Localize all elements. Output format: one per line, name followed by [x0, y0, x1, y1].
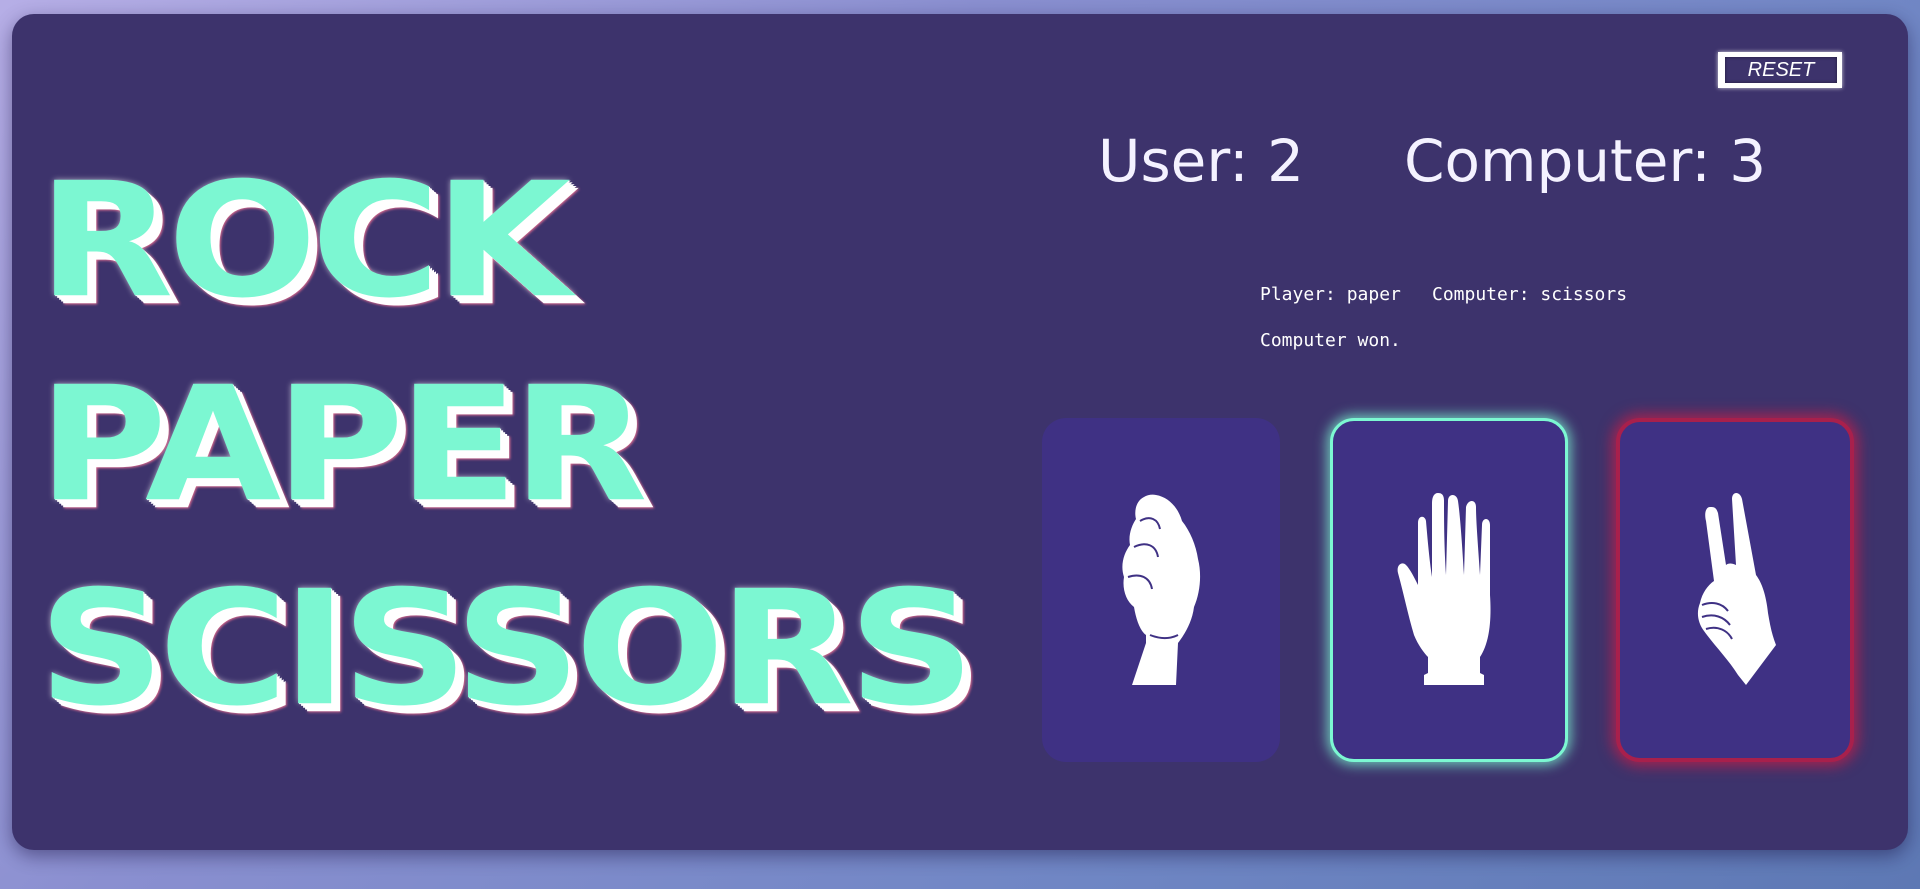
paper-card[interactable] — [1330, 418, 1568, 762]
reset-button[interactable]: RESET — [1718, 52, 1842, 88]
computer-score: Computer: 3 — [1404, 127, 1767, 195]
player-choice-text: Player: paper — [1260, 284, 1401, 305]
scissors-card[interactable] — [1616, 418, 1854, 762]
title-paper: PAPER — [38, 352, 648, 537]
paper-hand-icon — [1397, 493, 1491, 685]
round-result-text: Computer won. — [1260, 330, 1401, 351]
user-score: User: 2 — [1098, 127, 1305, 195]
title-scissors: SCISSORS — [38, 556, 975, 741]
scissors-hand-icon — [1697, 493, 1776, 685]
rock-card[interactable] — [1042, 418, 1280, 762]
game-panel: ROCK PAPER SCISSORS RESET User: 2 Comput… — [12, 14, 1908, 850]
title-rock: ROCK — [38, 148, 571, 333]
rock-hand-icon — [1122, 494, 1201, 685]
computer-choice-text: Computer: scissors — [1432, 284, 1628, 305]
